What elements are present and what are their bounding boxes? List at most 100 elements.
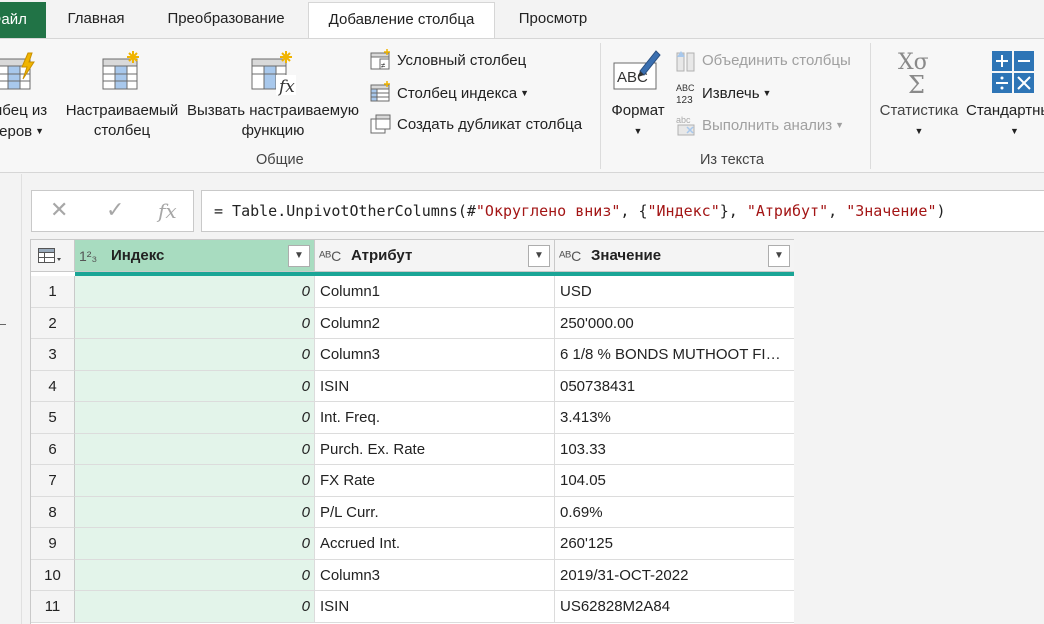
filter-dropdown-icon[interactable]: ▼: [768, 245, 790, 267]
cell-attribute[interactable]: FX Rate: [315, 465, 555, 497]
row-number[interactable]: 11: [31, 591, 75, 623]
type-text-icon[interactable]: ᴬᴮC: [319, 240, 341, 272]
cell-value[interactable]: 050738431: [555, 370, 794, 402]
cell-value[interactable]: USD: [555, 276, 794, 308]
cell-value[interactable]: 2019/31-OCT-2022: [555, 559, 794, 591]
column-header-index[interactable]: 1²₃ Индекс ▼: [75, 240, 315, 272]
row-number[interactable]: 4: [31, 370, 75, 402]
cell-index[interactable]: 0: [75, 276, 315, 308]
invoke-function-button[interactable]: Вызвать настраиваемую функцию: [184, 101, 362, 141]
row-number[interactable]: 10: [31, 559, 75, 591]
table-row[interactable]: 2 0 Column2 250'000.00: [31, 307, 794, 339]
index-column-button[interactable]: Столбец индекса ▼: [397, 81, 529, 105]
extract-label: Извлечь: [702, 85, 760, 102]
cell-attribute[interactable]: ISIN: [315, 591, 555, 623]
cell-index[interactable]: 0: [75, 591, 315, 623]
row-number[interactable]: 5: [31, 402, 75, 434]
cell-value[interactable]: 6 1/8 % BONDS MUTHOOT FINANCE: [555, 339, 794, 371]
table-row[interactable]: 7 0 FX Rate 104.05: [31, 465, 794, 497]
row-number[interactable]: 9: [31, 528, 75, 560]
commit-formula-icon[interactable]: ✓: [106, 197, 124, 223]
cell-attribute[interactable]: Column3: [315, 559, 555, 591]
table-row[interactable]: 5 0 Int. Freq. 3.413%: [31, 402, 794, 434]
duplicate-column-button[interactable]: Создать дубликат столбца: [397, 113, 582, 137]
row-number[interactable]: 8: [31, 496, 75, 528]
queries-pane-collapsed[interactable]: [0, 174, 22, 624]
column-from-examples-button[interactable]: Столбец из примеров▼: [0, 101, 60, 142]
merge-columns-button[interactable]: Объединить столбцы: [702, 49, 851, 73]
cell-value[interactable]: 103.33: [555, 433, 794, 465]
row-number[interactable]: 1: [31, 276, 75, 308]
cell-attribute[interactable]: P/L Curr.: [315, 496, 555, 528]
extract-button[interactable]: Извлечь ▼: [702, 81, 771, 105]
custom-column-label-2: столбец: [93, 122, 151, 139]
row-number[interactable]: 7: [31, 465, 75, 497]
table-select-corner[interactable]: [31, 240, 75, 272]
conditional-column-button[interactable]: Условный столбец: [397, 49, 526, 73]
formula-arg-attribute: "Атрибут": [746, 202, 829, 220]
type-text-icon[interactable]: ᴬᴮC: [559, 240, 581, 272]
cell-index[interactable]: 0: [75, 402, 315, 434]
tab-file[interactable]: Файл: [0, 2, 46, 38]
cell-value[interactable]: US62828M2A84: [555, 591, 794, 623]
type-number-icon[interactable]: 1²₃: [79, 240, 97, 272]
column-header-value[interactable]: ᴬᴮC Значение ▼: [555, 240, 794, 272]
pane-marker: [0, 324, 6, 325]
dropdown-caret-icon: ▼: [914, 126, 924, 136]
table-row[interactable]: 6 0 Purch. Ex. Rate 103.33: [31, 433, 794, 465]
row-number[interactable]: 2: [31, 307, 75, 339]
column-header-label: Атрибут: [351, 247, 413, 264]
row-number[interactable]: 3: [31, 339, 75, 371]
index-column-label: Столбец индекса: [397, 85, 518, 102]
tab-transform[interactable]: Преобразование: [150, 2, 302, 38]
cell-index[interactable]: 0: [75, 496, 315, 528]
cell-value[interactable]: 250'000.00: [555, 307, 794, 339]
cell-attribute[interactable]: Column1: [315, 276, 555, 308]
cancel-formula-icon[interactable]: ✕: [50, 197, 68, 223]
table-row[interactable]: 9 0 Accrued Int. 260'125: [31, 528, 794, 560]
column-header-attribute[interactable]: ᴬᴮC Атрибут ▼: [315, 240, 555, 272]
cell-attribute[interactable]: Accrued Int.: [315, 528, 555, 560]
standard-button[interactable]: Стандартные ▼: [966, 101, 1044, 141]
cell-index[interactable]: 0: [75, 559, 315, 591]
table-row[interactable]: 4 0 ISIN 050738431: [31, 370, 794, 402]
cell-attribute[interactable]: Column2: [315, 307, 555, 339]
tab-add-column[interactable]: Добавление столбца: [308, 2, 495, 39]
cell-attribute[interactable]: Int. Freq.: [315, 402, 555, 434]
table-row[interactable]: 8 0 P/L Curr. 0.69%: [31, 496, 794, 528]
parse-button[interactable]: Выполнить анализ ▼: [702, 113, 844, 137]
tab-home[interactable]: Главная: [52, 2, 140, 38]
table-row[interactable]: 10 0 Column3 2019/31-OCT-2022: [31, 559, 794, 591]
cell-value[interactable]: 104.05: [555, 465, 794, 497]
formula-mid-1: , {: [620, 202, 648, 220]
column-header-label: Индекс: [111, 247, 165, 264]
cell-index[interactable]: 0: [75, 465, 315, 497]
statistics-button[interactable]: Статистика ▼: [876, 101, 962, 141]
cell-attribute[interactable]: ISIN: [315, 370, 555, 402]
table-icon: [38, 248, 61, 263]
row-number[interactable]: 6: [31, 433, 75, 465]
table-row[interactable]: 1 0 Column1 USD: [31, 276, 794, 308]
formula-controls: ✕ ✓ fx: [31, 190, 194, 232]
custom-column-button[interactable]: Настраиваемый столбец: [64, 101, 180, 141]
tab-view[interactable]: Просмотр: [500, 2, 606, 38]
cell-value[interactable]: 0.69%: [555, 496, 794, 528]
cell-value[interactable]: 260'125: [555, 528, 794, 560]
cell-attribute[interactable]: Purch. Ex. Rate: [315, 433, 555, 465]
data-grid: 1²₃ Индекс ▼ ᴬᴮC Атрибут ▼ ᴬᴮC Значение …: [30, 239, 794, 624]
table-row[interactable]: 11 0 ISIN US62828M2A84: [31, 591, 794, 623]
insert-function-icon[interactable]: fx: [158, 199, 177, 223]
cell-index[interactable]: 0: [75, 528, 315, 560]
formula-input[interactable]: = Table.UnpivotOtherColumns(#"Округлено …: [201, 190, 1044, 232]
cell-index[interactable]: 0: [75, 307, 315, 339]
filter-dropdown-icon[interactable]: ▼: [528, 245, 550, 267]
table-row[interactable]: 3 0 Column3 6 1/8 % BONDS MUTHOOT FINANCE: [31, 339, 794, 371]
cell-value[interactable]: 3.413%: [555, 402, 794, 434]
cell-index[interactable]: 0: [75, 370, 315, 402]
filter-dropdown-icon[interactable]: ▼: [288, 245, 310, 267]
cell-index[interactable]: 0: [75, 433, 315, 465]
cell-index[interactable]: 0: [75, 339, 315, 371]
cell-attribute[interactable]: Column3: [315, 339, 555, 371]
format-button[interactable]: Формат ▼: [608, 101, 668, 141]
dropdown-caret-icon: ▼: [835, 120, 845, 130]
